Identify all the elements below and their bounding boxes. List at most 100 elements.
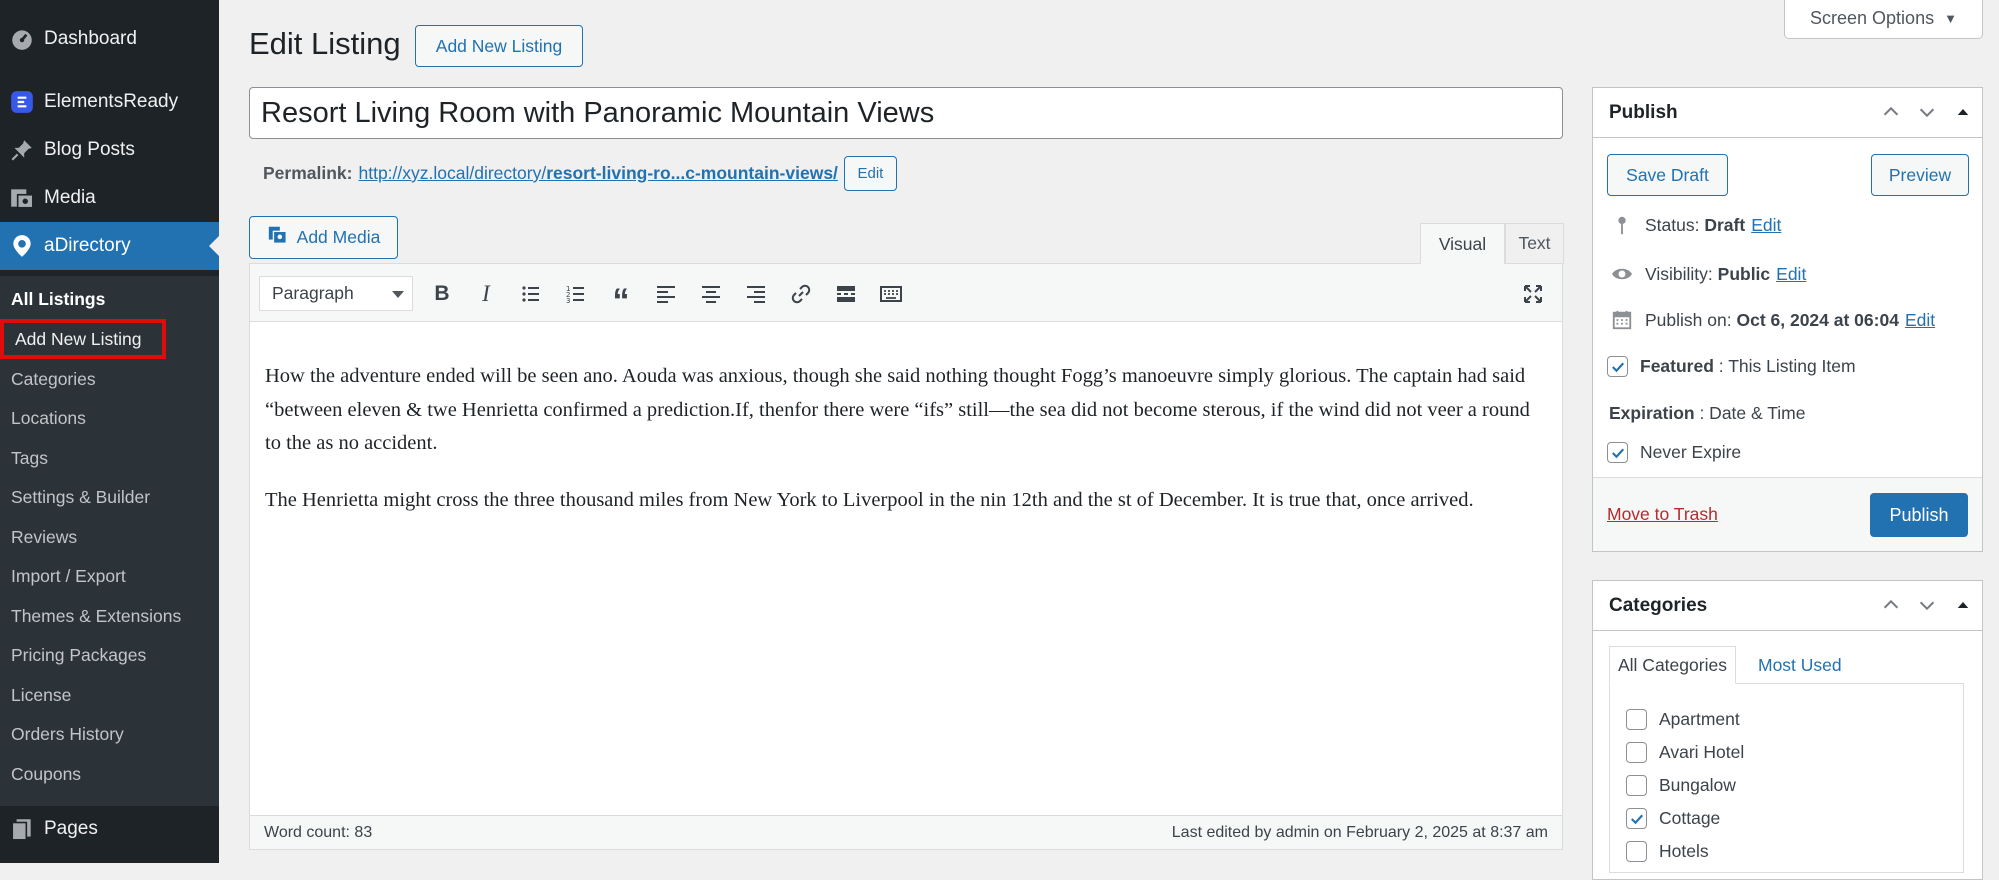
menu-dashboard[interactable]: Dashboard: [0, 15, 219, 63]
chevron-down-icon[interactable]: [1916, 101, 1938, 123]
submenu-coupons[interactable]: Coupons: [11, 760, 81, 788]
submenu-orders-history[interactable]: Orders History: [11, 720, 124, 748]
category-label: Bungalow: [1659, 775, 1736, 795]
toolbar-toggle-icon[interactable]: [875, 278, 907, 310]
category-item: Apartment: [1626, 709, 1740, 730]
submenu-themes-extensions[interactable]: Themes & Extensions: [11, 602, 181, 630]
submenu-add-new-listing[interactable]: Add New Listing: [0, 319, 166, 359]
featured-label: Featured: [1640, 356, 1714, 376]
submenu-tags[interactable]: Tags: [11, 444, 48, 472]
publish-button[interactable]: Publish: [1870, 493, 1968, 537]
dashboard-icon: [0, 26, 44, 52]
category-label: Apartment: [1659, 709, 1740, 729]
status-edit-link[interactable]: Edit: [1751, 215, 1781, 236]
never-expire-label: Never Expire: [1640, 442, 1742, 462]
pages-icon: [0, 816, 44, 842]
menu-label: aDirectory: [44, 235, 131, 256]
add-media-icon: [267, 224, 289, 251]
categories-box-header: Categories: [1593, 581, 1982, 631]
menu-adirectory[interactable]: aDirectory: [0, 222, 219, 270]
blockquote-icon[interactable]: “: [605, 278, 637, 318]
category-label: Avari Hotel: [1659, 742, 1745, 762]
publish-on-row: Publish on: Oct 6, 2024 at 06:04 Edit: [1609, 309, 1935, 331]
category-item: Avari Hotel: [1626, 742, 1744, 763]
admin-sidebar: Dashboard ElementsReady Blog Posts Media…: [0, 0, 219, 863]
chevron-up-icon[interactable]: [1880, 594, 1902, 616]
publish-box-header: Publish: [1593, 88, 1982, 138]
menu-blog-posts[interactable]: Blog Posts: [0, 126, 219, 174]
status-value: Draft: [1704, 214, 1746, 235]
content-editor: Paragraph B I 123 “ How the adventure en…: [249, 263, 1563, 850]
toggle-panel-icon[interactable]: [1952, 101, 1974, 123]
featured-checkbox[interactable]: [1607, 356, 1628, 377]
chevron-down-icon[interactable]: [1916, 594, 1938, 616]
tab-text[interactable]: Text: [1505, 223, 1564, 264]
save-draft-button[interactable]: Save Draft: [1607, 154, 1728, 196]
toggle-panel-icon[interactable]: [1952, 594, 1974, 616]
numbered-list-icon[interactable]: 123: [560, 278, 592, 310]
submenu-categories[interactable]: Categories: [11, 365, 96, 393]
featured-rest: : This Listing Item: [1718, 356, 1856, 376]
visibility-edit-link[interactable]: Edit: [1776, 264, 1806, 285]
visibility-value: Public: [1717, 263, 1771, 284]
add-new-listing-button[interactable]: Add New Listing: [415, 25, 583, 67]
category-label: Hotels: [1659, 841, 1709, 861]
never-expire-checkbox[interactable]: [1607, 442, 1628, 463]
read-more-icon[interactable]: [830, 278, 862, 310]
page-title: Edit Listing: [249, 26, 401, 61]
permalink-label: Permalink:: [263, 163, 353, 183]
submenu-pricing-packages[interactable]: Pricing Packages: [11, 641, 146, 669]
category-item: Cottage: [1626, 808, 1720, 829]
screen-options-button[interactable]: Screen Options ▼: [1784, 0, 1983, 39]
category-checkbox[interactable]: [1626, 841, 1647, 862]
add-media-button[interactable]: Add Media: [249, 216, 398, 259]
permalink-base: http://xyz.local/directory/: [358, 163, 547, 183]
status-label: Status:: [1645, 214, 1700, 235]
tab-visual[interactable]: Visual: [1420, 223, 1505, 264]
italic-icon[interactable]: I: [470, 278, 502, 310]
post-title-input[interactable]: [249, 87, 1563, 139]
category-checkbox[interactable]: [1626, 775, 1647, 796]
category-checkbox[interactable]: [1626, 808, 1647, 829]
publish-on-edit-link[interactable]: Edit: [1905, 310, 1935, 331]
eye-icon: [1609, 262, 1635, 286]
bold-icon[interactable]: B: [426, 278, 458, 310]
caret-down-icon: ▼: [1944, 10, 1957, 26]
format-select[interactable]: Paragraph: [259, 276, 413, 311]
link-icon[interactable]: [785, 278, 817, 310]
submenu-settings-builder[interactable]: Settings & Builder: [11, 483, 150, 511]
submenu-import-export[interactable]: Import / Export: [11, 562, 126, 590]
align-right-icon[interactable]: [740, 278, 772, 310]
fullscreen-icon[interactable]: [1517, 278, 1549, 310]
publish-actions: Move to Trash Publish: [1593, 477, 1982, 551]
expiration-label: Expiration: [1609, 403, 1695, 423]
preview-button[interactable]: Preview: [1871, 154, 1969, 196]
tab-most-used[interactable]: Most Used: [1750, 646, 1850, 684]
tab-all-categories[interactable]: All Categories: [1609, 646, 1736, 684]
editor-content[interactable]: How the adventure ended will be seen ano…: [265, 360, 1550, 540]
submenu-license[interactable]: License: [11, 681, 71, 709]
bullet-list-icon[interactable]: [515, 278, 547, 310]
align-left-icon[interactable]: [650, 278, 682, 310]
menu-pages[interactable]: Pages: [0, 805, 219, 853]
category-checkbox[interactable]: [1626, 709, 1647, 730]
permalink-link[interactable]: http://xyz.local/directory/resort-living…: [358, 163, 837, 184]
calendar-icon: [1609, 309, 1635, 331]
align-center-icon[interactable]: [695, 278, 727, 310]
permalink-slug: resort-living-ro...c-mountain-views/: [546, 163, 838, 183]
submenu-reviews[interactable]: Reviews: [11, 523, 77, 551]
word-count: Word count: 83: [264, 823, 373, 841]
menu-media[interactable]: Media: [0, 174, 219, 222]
submenu-all-listings[interactable]: All Listings: [11, 285, 105, 313]
category-checkbox[interactable]: [1626, 742, 1647, 763]
publish-on-value: Oct 6, 2024 at 06:04: [1736, 309, 1899, 330]
publish-on-label: Publish on:: [1645, 309, 1732, 330]
permalink-edit-button[interactable]: Edit: [843, 156, 897, 191]
submenu-locations[interactable]: Locations: [11, 404, 86, 432]
move-to-trash-link[interactable]: Move to Trash: [1607, 504, 1718, 525]
pin-icon: [0, 137, 44, 163]
chevron-up-icon[interactable]: [1880, 101, 1902, 123]
menu-elementsready[interactable]: ElementsReady: [0, 78, 219, 126]
visibility-row: Visibility: Public Edit: [1609, 262, 1806, 286]
categories-box-title: Categories: [1609, 594, 1708, 616]
